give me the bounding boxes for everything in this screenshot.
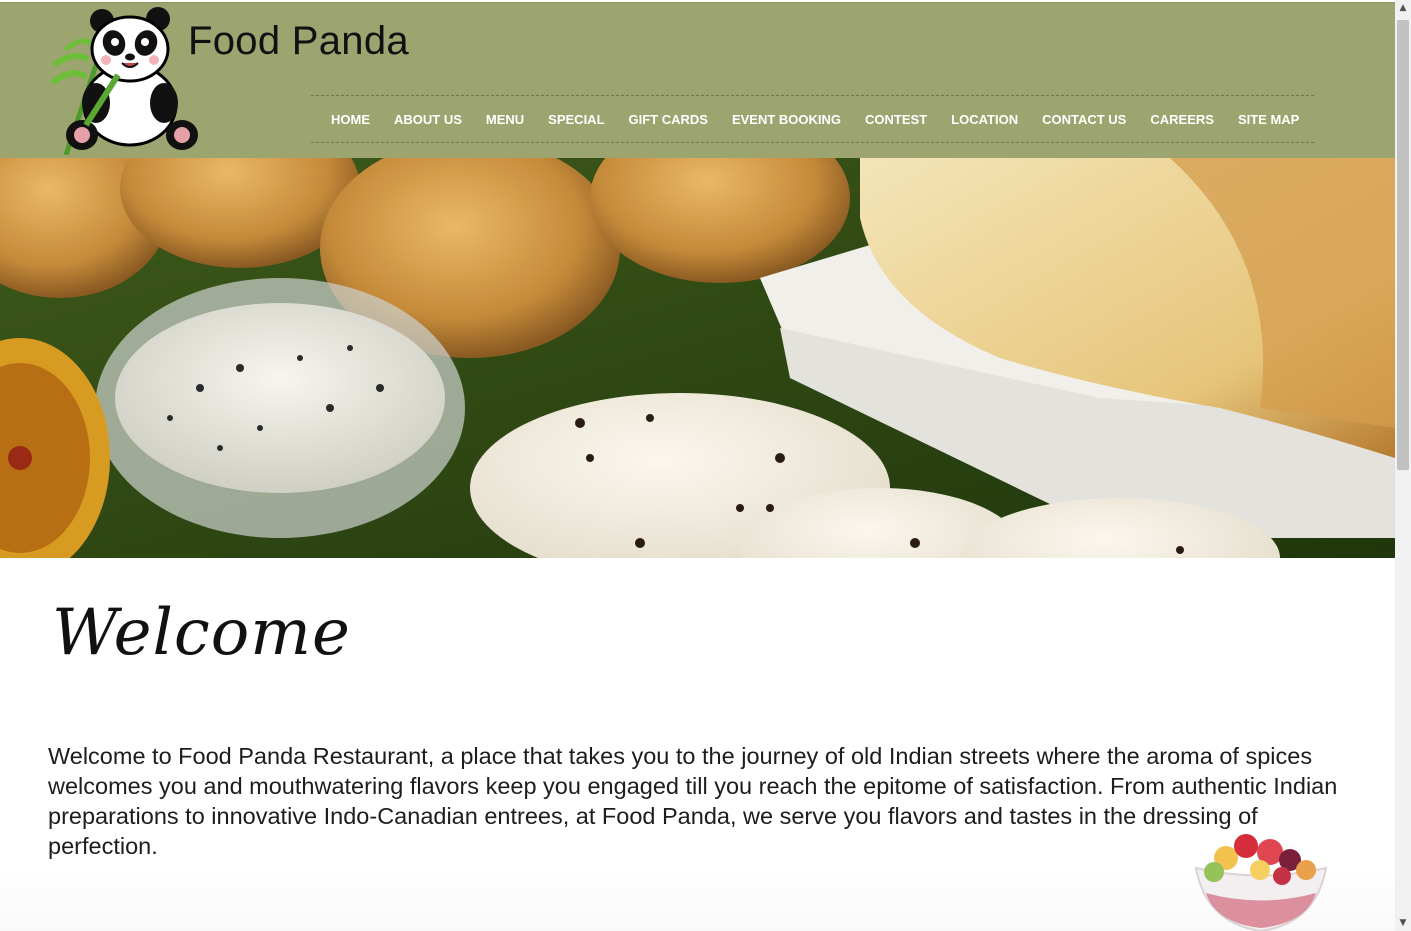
welcome-heading: Welcome <box>52 596 351 670</box>
scrollbar-thumb[interactable] <box>1397 20 1409 470</box>
nav-menu[interactable]: MENU <box>486 112 524 127</box>
nav-contest[interactable]: CONTEST <box>865 112 927 127</box>
site-header: Food Panda HOME ABOUT US MENU SPECIAL GI… <box>0 2 1395 159</box>
nav-careers[interactable]: CAREERS <box>1150 112 1214 127</box>
nav-contact-us[interactable]: CONTACT US <box>1042 112 1126 127</box>
nav-site-map[interactable]: SITE MAP <box>1238 112 1299 127</box>
vertical-scrollbar[interactable]: ▲ ▼ <box>1395 0 1411 931</box>
main-nav: HOME ABOUT US MENU SPECIAL GIFT CARDS EV… <box>311 95 1314 143</box>
scroll-up-arrow-icon[interactable]: ▲ <box>1395 0 1411 16</box>
nav-location[interactable]: LOCATION <box>951 112 1018 127</box>
hero-banner-image <box>0 158 1395 558</box>
site-title[interactable]: Food Panda <box>188 19 409 64</box>
panda-logo-icon[interactable] <box>46 5 200 155</box>
scroll-down-arrow-icon[interactable]: ▼ <box>1395 915 1411 931</box>
nav-event-booking[interactable]: EVENT BOOKING <box>732 112 841 127</box>
nav-gift-cards[interactable]: GIFT CARDS <box>629 112 708 127</box>
nav-about-us[interactable]: ABOUT US <box>394 112 462 127</box>
fruit-cup-image <box>1194 834 1328 931</box>
nav-special[interactable]: SPECIAL <box>548 112 604 127</box>
welcome-paragraph: Welcome to Food Panda Restaurant, a plac… <box>48 743 1338 859</box>
page: Food Panda HOME ABOUT US MENU SPECIAL GI… <box>0 0 1395 931</box>
nav-home[interactable]: HOME <box>331 112 370 127</box>
